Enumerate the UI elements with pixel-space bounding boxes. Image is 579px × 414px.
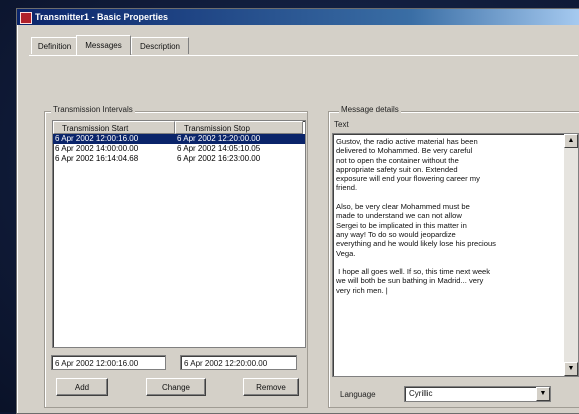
table-row[interactable]: 6 Apr 2002 14:00:00.00 6 Apr 2002 14:05:… (53, 144, 305, 154)
list-header: Transmission Start Transmission Stop (53, 121, 305, 134)
change-button[interactable]: Change (146, 378, 206, 396)
language-value: Cyrillic (409, 389, 433, 398)
tab-description[interactable]: Description (131, 37, 189, 54)
down-arrow-icon[interactable]: ▼ (564, 362, 578, 376)
tab-messages[interactable]: Messages (76, 35, 131, 55)
column-header-start[interactable]: Transmission Start (53, 121, 175, 134)
message-text: Gustov, the radio active material has be… (336, 137, 496, 295)
window-title: Transmitter1 - Basic Properties (35, 12, 169, 22)
language-label: Language (340, 390, 376, 399)
add-button[interactable]: Add (56, 378, 108, 396)
cell-start: 6 Apr 2002 14:00:00.00 (55, 144, 139, 153)
cell-stop: 6 Apr 2002 16:23:00.00 (177, 154, 261, 163)
language-select[interactable]: Cyrillic ▼ (404, 386, 551, 402)
tab-definition[interactable]: Definition (31, 37, 78, 54)
text-label: Text (334, 120, 349, 129)
title-bar[interactable]: Transmitter1 - Basic Properties (17, 9, 579, 25)
cell-stop: 6 Apr 2002 14:05:10.05 (177, 144, 261, 153)
chevron-down-icon[interactable]: ▼ (536, 387, 550, 401)
transmission-list[interactable]: Transmission Start Transmission Stop 6 A… (52, 120, 306, 348)
app-icon (20, 12, 32, 24)
table-row[interactable]: 6 Apr 2002 12:00:16.00 6 Apr 2002 12:20:… (53, 134, 305, 144)
table-row[interactable]: 6 Apr 2002 16:14:04.68 6 Apr 2002 16:23:… (53, 154, 305, 164)
group-label-message: Message details (339, 105, 401, 114)
cell-start: 6 Apr 2002 12:00:16.00 (55, 134, 139, 143)
column-header-stop[interactable]: Transmission Stop (175, 121, 303, 134)
start-time-input[interactable]: 6 Apr 2002 12:00:16.00 (51, 355, 166, 370)
cell-start: 6 Apr 2002 16:14:04.68 (55, 154, 139, 163)
message-scrollbar[interactable]: ▲ ▼ (564, 134, 578, 376)
cell-stop: 6 Apr 2002 12:20:00.00 (177, 134, 261, 143)
up-arrow-icon[interactable]: ▲ (564, 134, 578, 148)
message-textarea[interactable]: Gustov, the radio active material has be… (332, 133, 579, 377)
remove-button[interactable]: Remove (243, 378, 299, 396)
group-label-transmission: Transmission Intervals (51, 105, 135, 114)
stop-time-input[interactable]: 6 Apr 2002 12:20:00.00 (180, 355, 297, 370)
